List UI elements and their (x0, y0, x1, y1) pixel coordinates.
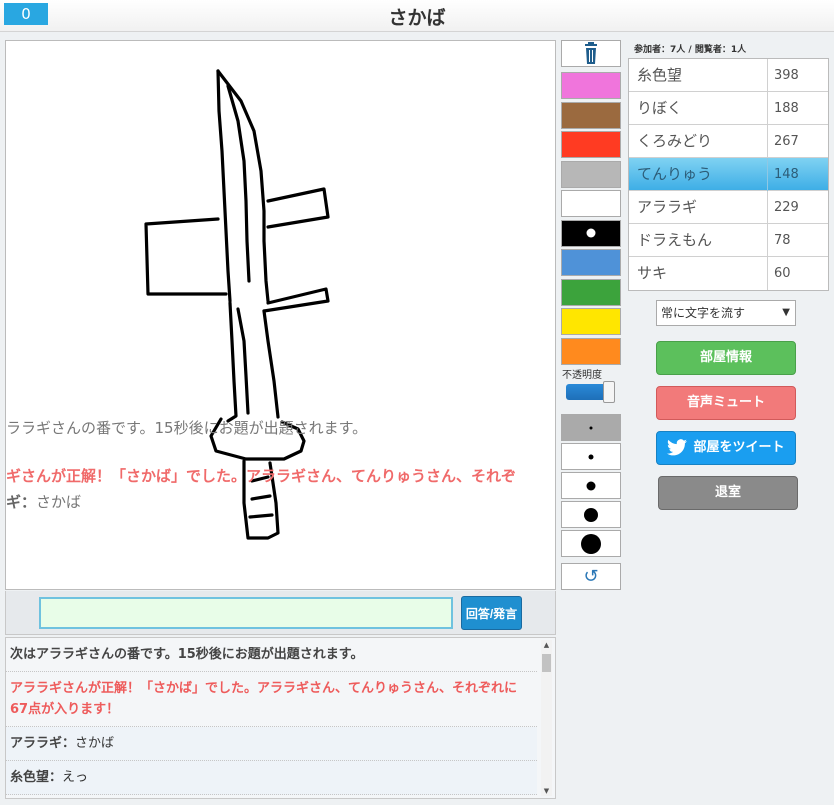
player-name: ドラえもん (637, 231, 713, 249)
player-row: サキ 60 (629, 257, 828, 290)
chat-separator: ： (49, 770, 63, 785)
chat-separator: ： (62, 736, 76, 751)
chat-user: アララギ (10, 736, 63, 751)
color-swatch[interactable] (561, 160, 621, 188)
player-row: アララギ 229 (629, 191, 828, 224)
selected-color-icon (586, 228, 596, 238)
scroll-down-icon[interactable]: ▼ (541, 786, 552, 796)
player-row: 糸色望 398 (629, 59, 828, 92)
opacity-slider[interactable] (566, 381, 618, 403)
player-row: てんりゅう 148 (629, 158, 828, 191)
exit-button[interactable]: 退室 (658, 476, 798, 510)
pen-dot-icon (584, 507, 598, 522)
player-name: くろみどり (637, 132, 713, 150)
send-button[interactable]: 回答/発言 (461, 596, 522, 630)
chat-message: アララギ：さかば (6, 727, 537, 761)
trash-icon (585, 42, 597, 64)
chat-log[interactable]: 次はアララギさんの番です。15秒後にお題が出題されます。 アララギさんが正解！「さ… (5, 637, 556, 799)
header: 0 さかば (0, 0, 834, 32)
color-swatch[interactable] (561, 131, 621, 158)
color-swatch[interactable] (561, 278, 621, 306)
trash-button[interactable] (561, 40, 621, 67)
room-info-button[interactable]: 部屋情報 (656, 341, 796, 375)
tweet-label: 部屋をツイート (693, 440, 785, 455)
player-list: 糸色望 398 りぼく 188 くろみどり 267 てんりゅう 148 アララギ 229 ドラえもん… (628, 58, 829, 291)
undo-button[interactable]: ↺ (561, 563, 621, 590)
chat-text: えっ (62, 770, 89, 785)
chat-message: 糸色望：えっ (6, 761, 537, 795)
player-score: 188 (767, 92, 830, 125)
tweet-button[interactable]: 部屋をツイート (656, 431, 796, 465)
chat-scrollbar[interactable]: ▲ ▼ (541, 640, 552, 796)
chat-list: 次はアララギさんの番です。15秒後にお題が出題されます。 アララギさんが正解！「さ… (6, 638, 555, 798)
drawing-strokes (144, 69, 330, 540)
answer-input[interactable] (39, 597, 453, 629)
pen-size-2[interactable] (561, 443, 621, 470)
player-name: 糸色望 (637, 66, 683, 84)
pen-dot-icon (586, 481, 596, 490)
player-row: ドラえもん 78 (629, 224, 828, 257)
overlay-separator: ： (21, 493, 37, 511)
canvas-overlay-line: ギ：さかば (6, 491, 81, 512)
chat-message: 「さかばとう」・・・惜しいかも！ (6, 795, 537, 798)
pen-size-3[interactable] (561, 472, 621, 499)
undo-icon: ↺ (583, 566, 599, 587)
drawing-canvas[interactable]: ララギさんの番です。15秒後にお題が出題されます。 ギさんが正解！「さかば」でし… (5, 40, 556, 590)
pen-dot-icon (588, 454, 594, 459)
player-row: りぼく 188 (629, 92, 828, 125)
opacity-label: 不透明度 (562, 370, 602, 381)
color-swatch[interactable] (561, 72, 621, 99)
player-name: りぼく (637, 99, 683, 117)
color-swatch[interactable] (561, 308, 621, 335)
color-swatch[interactable] (561, 337, 621, 365)
mute-button[interactable]: 音声ミュート (656, 386, 796, 420)
chat-message: アララギさんが正解！「さかば」でした。アララギさん、てんりゅうさん、それぞれに6… (6, 672, 537, 727)
player-score: 229 (767, 191, 830, 224)
player-score: 398 (767, 59, 830, 92)
chat-message: 次はアララギさんの番です。15秒後にお題が出題されます。 (6, 638, 537, 672)
color-swatch[interactable] (561, 219, 621, 247)
player-score: 148 (767, 158, 830, 191)
player-score: 60 (767, 257, 830, 290)
scroll-mode-select[interactable]: 常に文字を流す ▼ (656, 300, 796, 326)
pen-dot-icon (581, 533, 601, 554)
slider-knob[interactable] (603, 381, 615, 403)
chevron-down-icon: ▼ (782, 307, 790, 318)
select-value: 常に文字を流す (661, 306, 746, 320)
page-title: さかば (388, 7, 446, 29)
chat-user: 糸色望 (10, 770, 50, 785)
canvas-overlay-line: ギさんが正解！「さかば」でした。アララギさん、てんりゅうさん、それぞ (6, 467, 517, 485)
player-name: アララギ (637, 198, 698, 216)
player-name: サキ (637, 264, 668, 282)
overlay-user: ギ (6, 493, 22, 511)
chat-text: さかば (75, 736, 115, 751)
player-row: くろみどり 267 (629, 125, 828, 158)
pen-size-5[interactable] (561, 530, 621, 557)
scroll-thumb[interactable] (542, 654, 551, 672)
color-swatch[interactable] (561, 249, 621, 276)
pen-dot-icon (589, 426, 593, 429)
color-swatch[interactable] (561, 101, 621, 129)
overlay-text: さかば (36, 493, 82, 511)
canvas-overlay-line: ララギさんの番です。15秒後にお題が出題されます。 (6, 419, 368, 437)
input-bar: 回答/発言 (5, 591, 556, 635)
pen-size-1[interactable] (561, 414, 621, 441)
scroll-up-icon[interactable]: ▲ (541, 640, 552, 650)
color-swatch[interactable] (561, 190, 621, 217)
pen-size-4[interactable] (561, 501, 621, 528)
player-name: てんりゅう (637, 165, 713, 183)
player-score: 267 (767, 125, 830, 158)
twitter-icon (667, 439, 688, 456)
participant-count: 参加者：7人 / 閲覧者：1人 (634, 45, 747, 55)
player-score: 78 (767, 224, 830, 257)
